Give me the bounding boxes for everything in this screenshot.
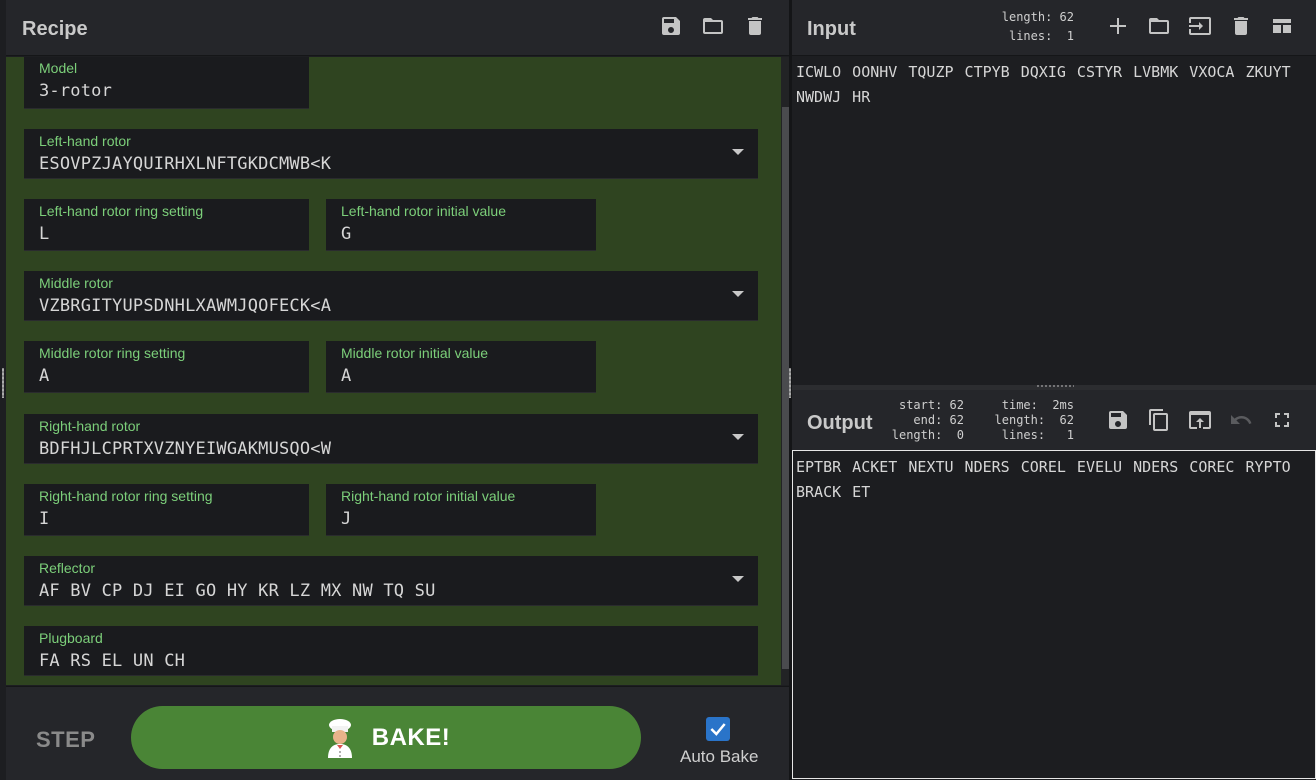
left-ring-label: Left-hand rotor ring setting <box>39 203 204 219</box>
recipe-footer: STEP BAKE! Auto Bake <box>6 686 789 780</box>
right-init-value: J <box>341 509 352 529</box>
right-init-label: Right-hand rotor initial value <box>341 488 516 504</box>
model-value: 3-rotor <box>39 81 113 101</box>
middle-initial-value-field[interactable]: Middle rotor initial value A <box>326 341 596 393</box>
left-initial-value-field[interactable]: Left-hand rotor initial value G <box>326 199 596 251</box>
middle-ring-label: Middle rotor ring setting <box>39 345 186 361</box>
left-rotor-select[interactable]: Left-hand rotor ESOVPZJAYQUIRHXLNFTGKDCM… <box>24 129 758 179</box>
input-icon[interactable] <box>1188 14 1212 38</box>
left-init-value: G <box>341 224 352 244</box>
output-textarea[interactable]: EPTBR ACKET NEXTU NDERS COREL EVELU NDER… <box>792 450 1316 779</box>
splitter-grip[interactable] <box>789 368 791 398</box>
left-init-label: Left-hand rotor initial value <box>341 203 506 219</box>
reflector-value: AF BV CP DJ EI GO HY KR LZ MX NW TQ SU <box>39 581 436 601</box>
middle-ring-value: A <box>39 366 50 386</box>
output-pane: Output start: 62 end: 62 length: 0 time:… <box>792 390 1316 780</box>
input-header: Input length: 62 lines: 1 <box>792 0 1316 56</box>
plugboard-field[interactable]: Plugboard FA RS EL UN CH <box>24 626 758 676</box>
recipe-operation-enigma: Model 3-rotor Left-hand rotor ESOVPZJAYQ… <box>6 57 789 685</box>
model-field[interactable]: Model 3-rotor <box>24 57 309 109</box>
maximize-icon[interactable] <box>1270 408 1294 432</box>
output-start-stat: start: 62 <box>898 398 964 412</box>
plus-icon[interactable] <box>1106 14 1130 38</box>
replace-input-icon[interactable] <box>1188 408 1212 432</box>
recipe-title: Recipe <box>22 18 88 40</box>
output-length-stat: length: 62 <box>994 413 1074 427</box>
auto-bake-checkbox[interactable] <box>706 717 730 741</box>
trash-icon[interactable] <box>1229 14 1253 38</box>
bake-label: BAKE! <box>371 723 451 751</box>
left-ring-value: L <box>39 224 50 244</box>
step-button[interactable]: STEP <box>36 727 95 753</box>
right-ring-label: Right-hand rotor ring setting <box>39 488 213 504</box>
reflector-label: Reflector <box>39 560 96 576</box>
middle-rotor-label: Middle rotor <box>39 275 113 291</box>
save-icon[interactable] <box>659 14 683 38</box>
middle-ring-setting-field[interactable]: Middle rotor ring setting A <box>24 341 309 393</box>
middle-init-value: A <box>341 366 352 386</box>
output-selection-length-stat: length: 0 <box>891 428 964 442</box>
folder-icon[interactable] <box>1147 14 1171 38</box>
plugboard-label: Plugboard <box>39 630 103 646</box>
output-selection-stats: start: 62 end: 62 length: 0 <box>890 398 964 443</box>
chevron-down-icon <box>732 576 744 582</box>
input-title: Input <box>807 18 856 40</box>
right-initial-value-field[interactable]: Right-hand rotor initial value J <box>326 484 596 536</box>
input-stats: length: 62 lines: 1 <box>982 8 1074 46</box>
left-ring-setting-field[interactable]: Left-hand rotor ring setting L <box>24 199 309 251</box>
right-rotor-select[interactable]: Right-hand rotor BDFHJLCPRTXVZNYEIWGAKMU… <box>24 414 758 464</box>
recipe-header: Recipe <box>6 0 789 56</box>
middle-init-label: Middle rotor initial value <box>341 345 489 361</box>
right-ring-value: I <box>39 509 50 529</box>
auto-bake-label: Auto Bake <box>680 747 759 766</box>
reflector-select[interactable]: Reflector AF BV CP DJ EI GO HY KR LZ MX … <box>24 556 758 606</box>
right-rotor-label: Right-hand rotor <box>39 418 141 434</box>
folder-icon[interactable] <box>701 14 725 38</box>
output-text: EPTBR ACKET NEXTU NDERS COREL EVELU NDER… <box>796 458 1291 501</box>
input-length-stat: length: 62 <box>1001 10 1074 24</box>
recipe-scrollbar-thumb[interactable] <box>782 107 789 669</box>
input-textarea[interactable]: ICWLO OONHV TQUZP CTPYB DQXIG CSTYR LVBM… <box>796 60 1312 110</box>
middle-rotor-select[interactable]: Middle rotor VZBRGITYUPSDNHLXAWMJQOFECK<… <box>24 271 758 321</box>
copy-icon[interactable] <box>1147 408 1171 432</box>
output-lines-stat: lines: 1 <box>1001 428 1074 442</box>
save-icon[interactable] <box>1106 408 1130 432</box>
chevron-down-icon <box>732 434 744 440</box>
input-lines-stat: lines: 1 <box>1008 29 1074 43</box>
recipe-pane: Recipe Model 3-rotor Left-hand rotor ESO… <box>0 0 789 780</box>
model-label: Model <box>39 60 78 76</box>
left-resize-handle[interactable] <box>2 368 4 398</box>
left-rotor-label: Left-hand rotor <box>39 133 131 149</box>
checkmark-icon <box>710 723 726 736</box>
output-stats: time: 2ms length: 62 lines: 1 <box>988 398 1074 443</box>
right-ring-setting-field[interactable]: Right-hand rotor ring setting I <box>24 484 309 536</box>
chef-icon <box>327 718 352 758</box>
chevron-down-icon <box>732 149 744 155</box>
chevron-down-icon <box>732 291 744 297</box>
plugboard-value: FA RS EL UN CH <box>39 651 186 671</box>
middle-rotor-value: VZBRGITYUPSDNHLXAWMJQOFECK<A <box>39 296 332 316</box>
output-end-stat: end: 62 <box>913 413 964 427</box>
bake-button[interactable]: BAKE! <box>131 706 641 769</box>
output-header: Output start: 62 end: 62 length: 0 time:… <box>792 390 1316 450</box>
undo-icon <box>1229 408 1253 432</box>
output-title: Output <box>807 412 873 434</box>
splitter-grip[interactable] <box>1036 385 1074 387</box>
trash-icon[interactable] <box>743 14 767 38</box>
right-rotor-value: BDFHJLCPRTXVZNYEIWGAKMUSQO<W <box>39 439 332 459</box>
layout-icon[interactable] <box>1270 14 1294 38</box>
output-time-stat: time: 2ms <box>1001 398 1074 412</box>
input-pane: Input length: 62 lines: 1 ICWLO OONHV TQ… <box>792 0 1316 385</box>
left-rotor-value: ESOVPZJAYQUIRHXLNFTGKDCMWB<K <box>39 154 332 174</box>
